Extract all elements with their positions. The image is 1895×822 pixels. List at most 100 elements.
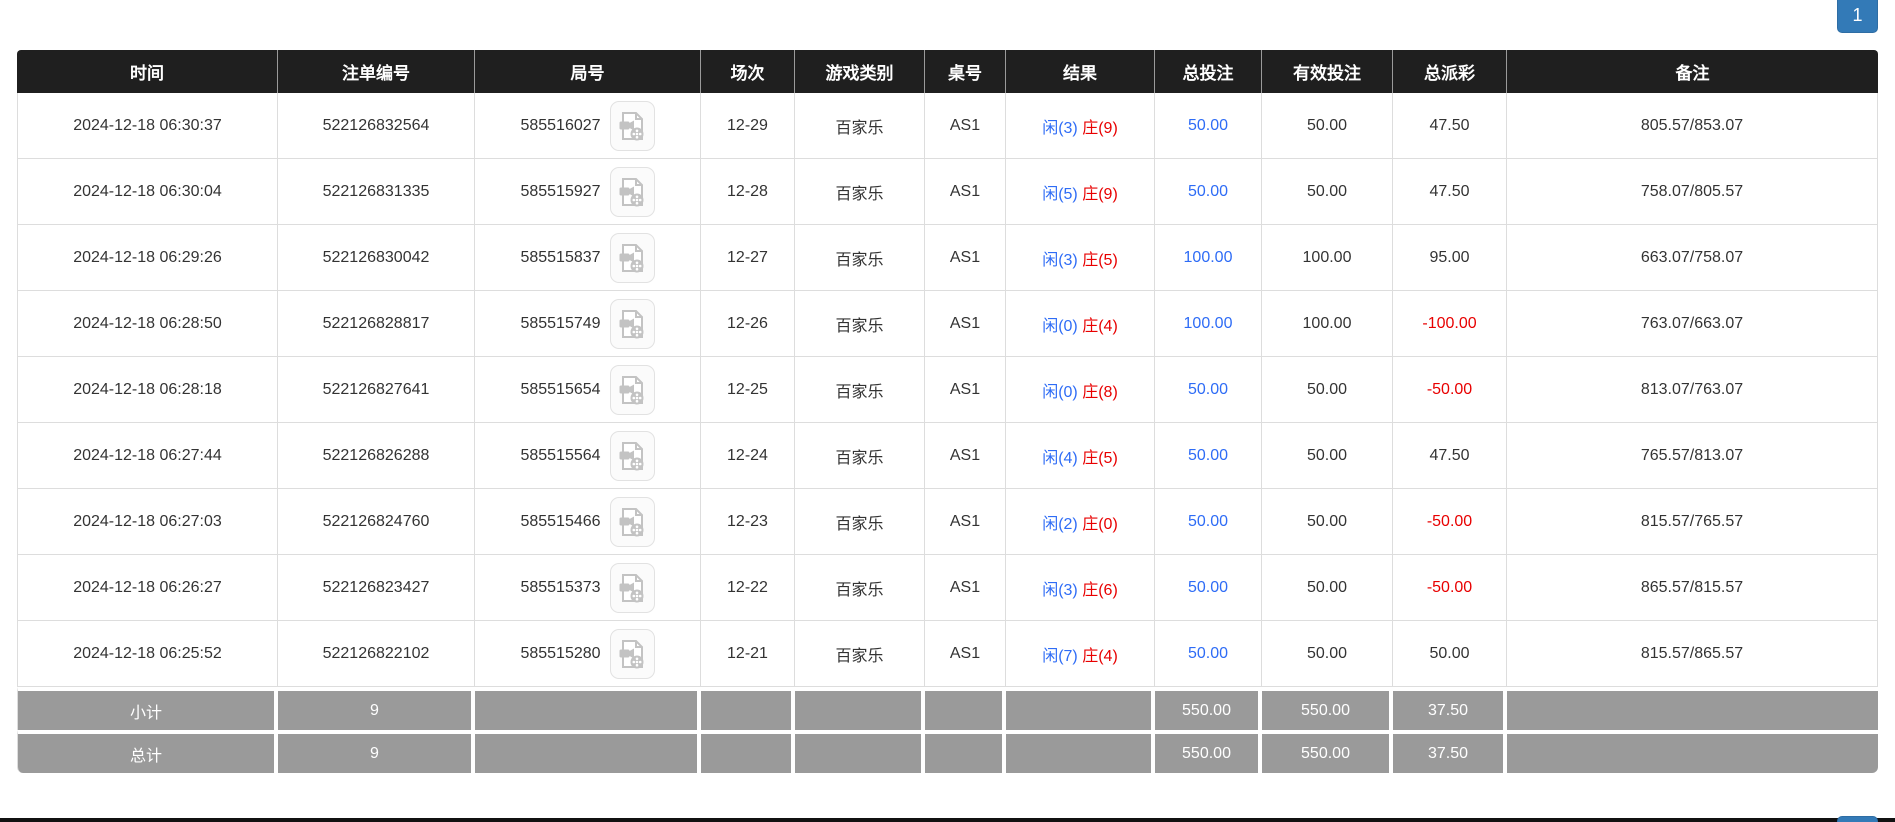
cell-remark: 758.07/805.57 [1507,159,1878,225]
cell-total-bet[interactable]: 50.00 [1155,357,1262,423]
result-player: 闲(5) [1042,185,1078,203]
cell-total-bet[interactable]: 50.00 [1155,621,1262,687]
cell-result: 闲(0) 庄(4) [1006,291,1155,357]
cell-time: 2024-12-18 06:25:52 [17,621,278,687]
video-replay-button[interactable] [609,364,655,415]
grand-total-valid-bet: 550.00 [1262,730,1393,773]
cell-total-bet[interactable]: 50.00 [1155,555,1262,621]
cell-round-id: 585515654 [475,357,701,423]
bet-record-row: 2024-12-18 06:27:03 522126824760 585515466… [17,489,1878,555]
round-id-text: 585515280 [520,644,601,662]
cell-total-bet[interactable]: 50.00 [1155,93,1262,159]
result-player: 闲(0) [1042,317,1078,335]
cell-result: 闲(3) 庄(6) [1006,555,1155,621]
video-replay-button[interactable] [609,100,655,151]
cell-session: 12-28 [701,159,795,225]
round-id-with-video: 585515654 [475,364,700,415]
column-header-game-type: 游戏类别 [795,50,925,93]
video-file-icon [619,309,644,338]
cell-round-id: 585515466 [475,489,701,555]
pagination-page-button-top[interactable]: 1 [1837,0,1878,33]
column-header-round-id: 局号 [475,50,701,93]
round-id-with-video: 585515466 [475,496,700,547]
cell-table-id: AS1 [925,291,1006,357]
result-banker: 庄(5) [1082,251,1118,269]
cell-round-id: 585515749 [475,291,701,357]
pagination-page-button-bottom[interactable]: 1 [1837,816,1878,822]
cell-total-bet[interactable]: 50.00 [1155,423,1262,489]
round-id-with-video: 585515373 [475,562,700,613]
round-id-text: 585515749 [520,314,601,332]
video-replay-button[interactable] [609,232,655,283]
bet-record-row: 2024-12-18 06:26:27 522126823427 585515373… [17,555,1878,621]
video-file-icon [619,111,644,140]
video-replay-button[interactable] [609,298,655,349]
cell-round-id: 585515373 [475,555,701,621]
cell-valid-bet: 50.00 [1262,489,1393,555]
cell-remark: 765.57/813.07 [1507,423,1878,489]
cell-total-payout: -50.00 [1393,489,1507,555]
result-player: 闲(0) [1042,383,1078,401]
cell-game-type: 百家乐 [795,159,925,225]
cell-valid-bet: 50.00 [1262,93,1393,159]
round-id-with-video: 585516027 [475,100,700,151]
video-replay-button[interactable] [609,562,655,613]
column-header-valid-bet: 有效投注 [1262,50,1393,93]
result-player: 闲(3) [1042,581,1078,599]
cell-remark: 815.57/765.57 [1507,489,1878,555]
cell-round-id: 585516027 [475,93,701,159]
cell-round-id: 585515837 [475,225,701,291]
result-banker: 庄(5) [1082,449,1118,467]
cell-game-type: 百家乐 [795,555,925,621]
cell-time: 2024-12-18 06:28:50 [17,291,278,357]
video-replay-button[interactable] [609,430,655,481]
cell-total-payout: 47.50 [1393,93,1507,159]
video-file-icon [619,243,644,272]
bet-record-row: 2024-12-18 06:28:18 522126827641 585515654… [17,357,1878,423]
cell-table-id: AS1 [925,555,1006,621]
cell-valid-bet: 50.00 [1262,357,1393,423]
round-id-text: 585515837 [520,248,601,266]
cell-bet-id: 522126831335 [278,159,475,225]
cell-result: 闲(3) 庄(5) [1006,225,1155,291]
grand-total-empty-cell [925,730,1006,773]
column-header-time: 时间 [17,50,278,93]
cell-bet-id: 522126826288 [278,423,475,489]
cell-valid-bet: 50.00 [1262,555,1393,621]
cell-result: 闲(2) 庄(0) [1006,489,1155,555]
table-header-row: 时间 注单编号 局号 场次 游戏类别 桌号 结果 总投注 有效投注 总派彩 备注 [17,50,1878,93]
cell-remark: 865.57/815.57 [1507,555,1878,621]
cell-game-type: 百家乐 [795,423,925,489]
bet-record-row: 2024-12-18 06:28:50 522126828817 585515749… [17,291,1878,357]
cell-session: 12-23 [701,489,795,555]
video-replay-button[interactable] [609,628,655,679]
video-replay-button[interactable] [609,496,655,547]
cell-result: 闲(0) 庄(8) [1006,357,1155,423]
cell-valid-bet: 100.00 [1262,291,1393,357]
cell-total-payout: -50.00 [1393,357,1507,423]
cell-total-payout: 47.50 [1393,423,1507,489]
cell-total-bet[interactable]: 100.00 [1155,225,1262,291]
cell-bet-id: 522126828817 [278,291,475,357]
cell-result: 闲(4) 庄(5) [1006,423,1155,489]
grand-total-count: 9 [278,730,475,773]
cell-bet-id: 522126827641 [278,357,475,423]
video-replay-button[interactable] [609,166,655,217]
cell-total-payout: -100.00 [1393,291,1507,357]
cell-remark: 763.07/663.07 [1507,291,1878,357]
cell-session: 12-25 [701,357,795,423]
cell-time: 2024-12-18 06:26:27 [17,555,278,621]
column-header-remark: 备注 [1507,50,1878,93]
cell-total-bet[interactable]: 50.00 [1155,489,1262,555]
cell-table-id: AS1 [925,225,1006,291]
column-header-total-payout: 总派彩 [1393,50,1507,93]
cell-remark: 805.57/853.07 [1507,93,1878,159]
cell-total-bet[interactable]: 100.00 [1155,291,1262,357]
bet-record-row: 2024-12-18 06:27:44 522126826288 585515564… [17,423,1878,489]
cell-game-type: 百家乐 [795,93,925,159]
cell-total-payout: 47.50 [1393,159,1507,225]
result-player: 闲(7) [1042,647,1078,665]
result-player: 闲(3) [1042,119,1078,137]
cell-total-bet[interactable]: 50.00 [1155,159,1262,225]
video-file-icon [619,177,644,206]
